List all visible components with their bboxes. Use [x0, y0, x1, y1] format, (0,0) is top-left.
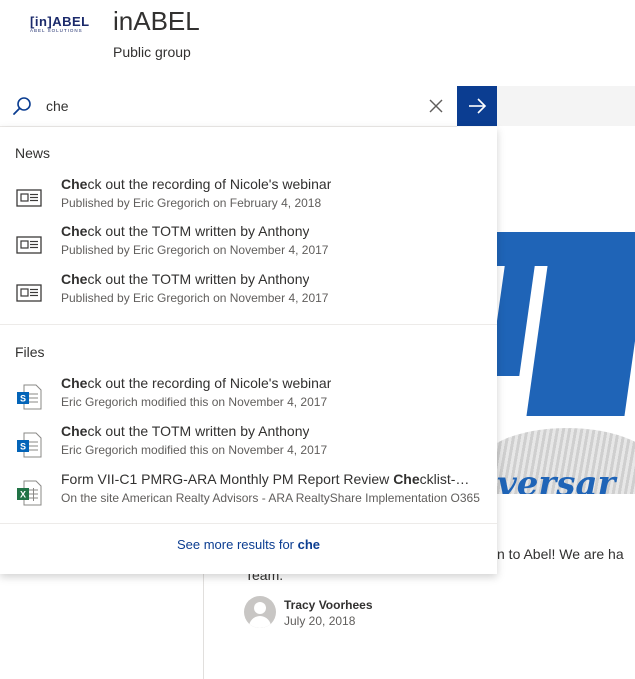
search-icon: [13, 97, 31, 115]
news-hero-image[interactable]: versar: [497, 232, 635, 494]
news-icon: [16, 236, 42, 254]
sharepoint-page-icon: S: [17, 432, 42, 458]
search-input[interactable]: [46, 95, 416, 117]
search-box: [0, 86, 457, 127]
result-title: Check out the recording of Nicole's webi…: [61, 176, 332, 192]
avatar-body: [249, 616, 271, 628]
result-meta: Published by Eric Gregorich on November …: [61, 243, 329, 257]
result-meta: Eric Gregorich modified this on November…: [61, 443, 328, 457]
news-result[interactable]: Check out the TOTM written by Anthony Pu…: [0, 223, 497, 267]
hero-shape: [497, 232, 635, 266]
result-meta: Eric Gregorich modified this on November…: [61, 395, 328, 409]
column-divider: [203, 574, 204, 679]
site-logo[interactable]: [in]ABEL ABEL SOLUTIONS: [30, 14, 92, 36]
result-meta: Published by Eric Gregorich on November …: [61, 291, 329, 305]
hero-script-text: versar: [497, 464, 616, 494]
site-subtitle: Public group: [113, 44, 191, 60]
author-date: July 20, 2018: [284, 614, 356, 628]
hero-shape: [497, 266, 535, 376]
search-submit-button[interactable]: [457, 86, 497, 126]
section-divider: [0, 523, 497, 524]
file-result[interactable]: X Form VII-C1 PMRG-ARA Monthly PM Report…: [0, 471, 497, 515]
author-name[interactable]: Tracy Voorhees: [284, 598, 373, 612]
see-more-results-link[interactable]: See more results for che: [0, 537, 497, 552]
logo-mark: [in]ABEL: [30, 14, 90, 29]
svg-text:S: S: [20, 442, 26, 452]
result-title: Check out the TOTM written by Anthony: [61, 223, 310, 239]
svg-text:S: S: [20, 394, 26, 404]
file-result[interactable]: S Check out the TOTM written by Anthony …: [0, 423, 497, 467]
result-title: Check out the TOTM written by Anthony: [61, 423, 310, 439]
site-header: [in]ABEL ABEL SOLUTIONS inABEL Public gr…: [0, 0, 635, 86]
result-meta: On the site American Realty Advisors - A…: [61, 491, 480, 505]
sharepoint-page-icon: S: [17, 384, 42, 410]
news-icon: [16, 284, 42, 302]
avatar-head: [254, 602, 266, 614]
hero-shape: [526, 266, 635, 416]
section-label-files: Files: [15, 344, 45, 360]
post-text-line: n to Abel! We are ha: [497, 546, 624, 562]
result-title: Form VII-C1 PMRG-ARA Monthly PM Report R…: [61, 471, 475, 487]
file-result[interactable]: S Check out the recording of Nicole's we…: [0, 375, 497, 419]
author-avatar[interactable]: [244, 596, 276, 628]
result-title: Check out the TOTM written by Anthony: [61, 271, 310, 287]
close-icon[interactable]: [427, 97, 445, 115]
site-title[interactable]: inABEL: [113, 6, 200, 37]
excel-icon: X: [17, 480, 42, 506]
arrow-right-icon: [469, 98, 487, 114]
command-bar-background: [497, 86, 635, 126]
news-icon: [16, 189, 42, 207]
svg-text:X: X: [20, 490, 26, 500]
search-suggestions-dropdown: News Check out the recording of Nicole's…: [0, 127, 497, 574]
result-title: Check out the recording of Nicole's webi…: [61, 375, 332, 391]
news-result[interactable]: Check out the TOTM written by Anthony Pu…: [0, 271, 497, 315]
section-divider: [0, 324, 497, 325]
result-meta: Published by Eric Gregorich on February …: [61, 196, 322, 210]
section-label-news: News: [15, 145, 51, 161]
news-result[interactable]: Check out the recording of Nicole's webi…: [0, 176, 497, 220]
